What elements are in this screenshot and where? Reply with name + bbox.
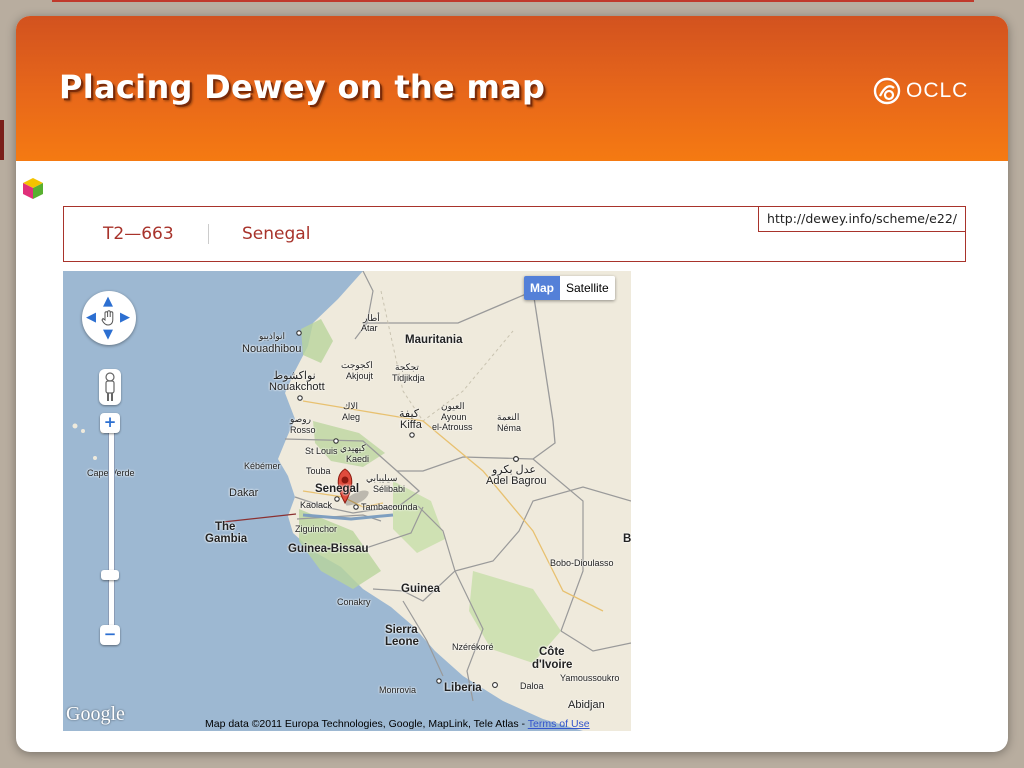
map-type-map-button[interactable]: Map <box>524 276 560 300</box>
map-label: Ziguinchor <box>295 524 338 534</box>
attribution-text: Map data ©2011 Europa Technologies, Goog… <box>205 718 528 730</box>
terms-of-use-link[interactable]: Terms of Use <box>528 718 590 730</box>
map-label: The <box>215 521 236 533</box>
map-label: Guinea <box>401 583 440 595</box>
zoom-out-button[interactable]: − <box>100 625 120 645</box>
map-label: سيليبابي <box>366 473 398 483</box>
map-label: انواذيبو <box>259 331 286 341</box>
map-label: Rosso <box>290 425 316 435</box>
dewey-caption: Senegal <box>242 224 311 244</box>
map-label: Kébémer <box>244 461 281 471</box>
map-label: Yamoussoukro <box>560 673 620 683</box>
map-label: العيون <box>441 401 465 411</box>
map-label: Leone <box>385 636 419 648</box>
google-logo[interactable]: Google <box>66 703 125 726</box>
map-label: Akjoujt <box>346 371 374 381</box>
map-type-control: Map Satellite <box>524 276 615 300</box>
map-label: Sélibabi <box>373 484 406 494</box>
map-label: Daloa <box>520 681 544 691</box>
map-label: St Louis <box>305 446 338 456</box>
map-label: el-Atrouss <box>432 422 473 432</box>
map-label: كيهيدي <box>340 443 366 453</box>
dewey-notation: T2—663 <box>103 224 174 244</box>
map-label: Nouakchott <box>269 381 325 393</box>
map-type-satellite-button[interactable]: Satellite <box>560 276 615 300</box>
map-label: Tidjikdja <box>392 373 425 383</box>
map-label: Kiffa <box>400 419 422 431</box>
zoom-slider-thumb[interactable] <box>101 570 119 580</box>
zoom-slider-track[interactable] <box>108 421 115 645</box>
pan-left-icon[interactable]: ◀ <box>86 311 96 324</box>
slide: Placing Dewey on the map OCLC T2—663 Sen… <box>16 16 1008 752</box>
map-label: Senegal <box>315 483 360 495</box>
map-label: Bobo-Dioulasso <box>550 558 614 568</box>
map-label: Kaolack <box>300 500 333 510</box>
left-edge-mark <box>0 120 4 160</box>
map-label: الاك <box>343 401 359 411</box>
map-label: Conakry <box>337 597 371 607</box>
map-label: النعمة <box>497 412 520 422</box>
map-label: d'Ivoire <box>532 659 573 671</box>
map-label: Tambacounda <box>361 502 418 512</box>
map-label: Atar <box>361 323 378 333</box>
map-label: Sierra <box>385 624 418 636</box>
map-label: Kaedi <box>346 454 370 464</box>
map-label: روصو <box>290 414 311 424</box>
hand-icon <box>101 310 114 326</box>
map-attribution: Map data ©2011 Europa Technologies, Goog… <box>205 718 590 730</box>
top-rule <box>52 0 974 2</box>
pan-up-icon[interactable]: ▲ <box>103 295 113 308</box>
dewey-record-box: T2—663 Senegal http://dewey.info/scheme/… <box>63 206 966 262</box>
slide-header: Placing Dewey on the map OCLC <box>16 16 1008 161</box>
map-label: Touba <box>306 466 331 476</box>
map-label: Abidjan <box>568 699 605 711</box>
map-label: Nouadhibou <box>242 343 302 355</box>
map-label: Néma <box>497 423 522 433</box>
map-label: Gambia <box>205 533 248 545</box>
street-view-pegman[interactable] <box>99 369 121 405</box>
cube-icon <box>23 178 43 199</box>
pegman-icon[interactable] <box>99 369 121 405</box>
map-label: Ayoun <box>441 412 467 422</box>
oclc-logo-text: OCLC <box>906 79 969 102</box>
pan-down-icon[interactable]: ▼ <box>103 328 113 341</box>
map-label: Aleg <box>342 412 361 422</box>
slide-title: Placing Dewey on the map <box>59 68 546 106</box>
map-label: اكجوجت <box>341 360 373 370</box>
map-label: B <box>623 533 631 545</box>
divider <box>208 224 209 244</box>
map-label: Adel Bagrou <box>486 475 547 487</box>
map-label: Mauritania <box>405 334 463 346</box>
oclc-logo: OCLC <box>872 74 968 108</box>
map-label: Liberia <box>444 682 482 694</box>
map-label: Nzérékoré <box>452 642 494 652</box>
map-view[interactable]: Mauritania انواذيبو Nouadhibou أطار Atar… <box>63 271 631 731</box>
pan-control[interactable]: ▲ ▼ ◀ ▶ <box>82 291 136 345</box>
map-label: Guinea-Bissau <box>288 543 369 555</box>
map-label: Dakar <box>229 487 259 499</box>
zoom-in-button[interactable]: + <box>100 413 120 433</box>
dewey-uri[interactable]: http://dewey.info/scheme/e22/ <box>758 206 966 232</box>
oclc-logo-icon <box>873 77 901 105</box>
map-label: تجكجة <box>395 362 419 372</box>
map-label: Côte <box>539 646 565 658</box>
pan-right-icon[interactable]: ▶ <box>120 311 130 324</box>
map-label: Monrovia <box>379 685 417 695</box>
